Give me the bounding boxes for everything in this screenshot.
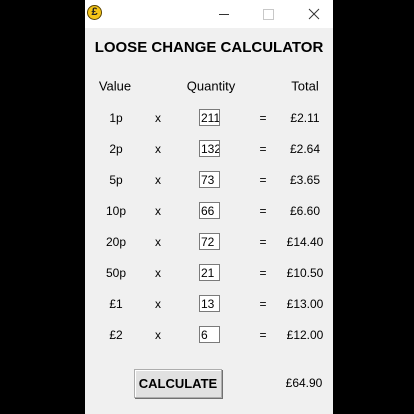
title-bar: £ [85,0,333,28]
maximize-icon [262,8,274,20]
close-button[interactable] [299,0,329,28]
multiply-symbol: x [155,204,161,218]
calculator-window: £ LOOSE CHANGE CALCULATOR Value Quantity… [85,0,333,414]
multiply-symbol: x [155,173,161,187]
pound-coin-icon: £ [87,5,102,20]
row-total: £2.64 [289,142,321,156]
quantity-input[interactable] [199,109,220,126]
quantity-input[interactable] [199,295,220,312]
quantity-input[interactable] [199,202,220,219]
calculate-button[interactable]: CALCULATE [134,369,222,398]
equals-symbol: = [259,204,267,218]
row-total: £12.00 [286,328,324,342]
coin-value: 1p [109,111,123,125]
equals-symbol: = [259,266,267,280]
calculator-title: LOOSE CHANGE CALCULATOR [94,39,324,56]
equals-symbol: = [259,142,267,156]
quantity-input[interactable] [199,140,220,157]
multiply-symbol: x [155,235,161,249]
quantity-header: Quantity [186,78,236,94]
coin-value: 5p [109,173,123,187]
coin-value: 50p [105,266,127,280]
row-total: £13.00 [286,297,324,311]
coin-value: 10p [105,204,127,218]
row-total: £6.60 [289,204,321,218]
equals-symbol: = [259,173,267,187]
coin-value: £2 [109,328,123,342]
row-total: £2.11 [290,111,320,125]
close-icon [308,8,320,20]
multiply-symbol: x [155,142,161,156]
minimize-button[interactable] [209,0,239,28]
quantity-input[interactable] [199,233,220,250]
row-total: £14.40 [286,235,324,249]
equals-symbol: = [259,235,267,249]
equals-symbol: = [259,297,267,311]
multiply-symbol: x [155,111,161,125]
row-total: £3.65 [289,173,321,187]
quantity-input[interactable] [199,326,220,343]
equals-symbol: = [259,111,267,125]
coin-value: 20p [105,235,127,249]
row-total: £10.50 [286,266,324,280]
minimize-icon [219,13,229,15]
maximize-button[interactable] [253,0,283,28]
multiply-symbol: x [155,297,161,311]
grand-total: £64.90 [285,376,323,390]
multiply-symbol: x [155,266,161,280]
coin-value: £1 [109,297,123,311]
quantity-input[interactable] [199,171,220,188]
quantity-input[interactable] [199,264,220,281]
total-header: Total [291,78,319,94]
coin-value: 2p [109,142,123,156]
multiply-symbol: x [155,328,161,342]
value-header: Value [98,78,132,94]
equals-symbol: = [259,328,267,342]
